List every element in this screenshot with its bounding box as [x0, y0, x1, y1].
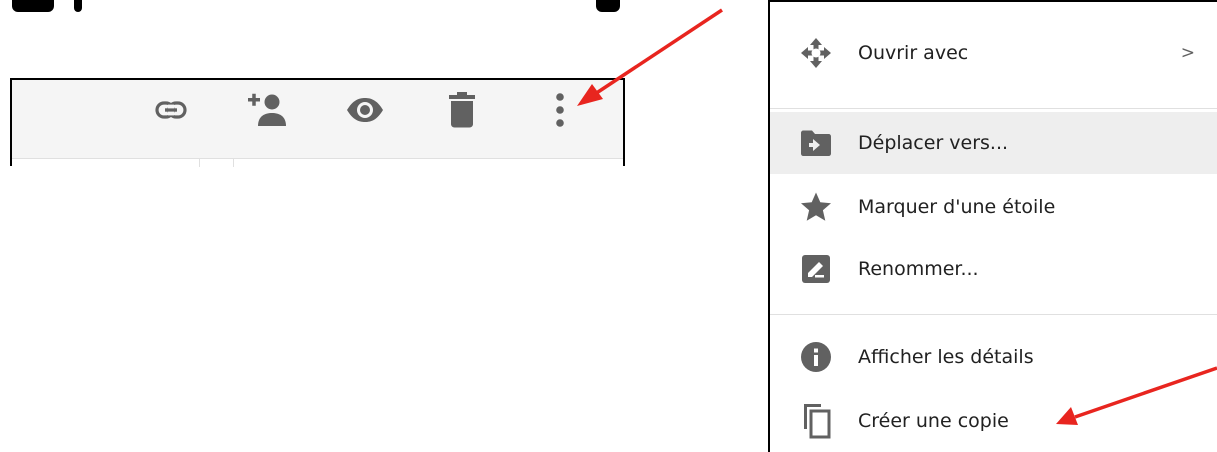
menu-divider [770, 314, 1217, 315]
menu-item-label: Marquer d'une étoile [858, 196, 1056, 218]
heading-fragment [74, 0, 82, 12]
add-person-icon[interactable] [246, 88, 290, 132]
chevron-right-icon: > [1180, 43, 1195, 63]
menu-item-label: Ouvrir avec [858, 42, 969, 64]
trash-icon[interactable] [440, 88, 484, 132]
menu-item-open-with[interactable]: Ouvrir avec > [770, 22, 1217, 84]
toolbar-divider [12, 158, 623, 167]
menu-item-details[interactable]: Afficher les détails [770, 326, 1217, 388]
link-icon[interactable] [149, 88, 193, 132]
star-icon [798, 189, 834, 225]
info-icon [798, 339, 834, 375]
folder-move-icon [798, 125, 834, 161]
move-arrows-icon [798, 35, 834, 71]
copy-icon [798, 403, 834, 439]
heading-fragment [596, 0, 620, 12]
eye-icon[interactable] [343, 88, 387, 132]
menu-item-label: Afficher les détails [858, 346, 1034, 368]
menu-divider [770, 108, 1217, 109]
menu-item-label: Renommer... [858, 258, 979, 280]
menu-item-label: Déplacer vers... [858, 132, 1009, 154]
menu-item-star[interactable]: Marquer d'une étoile [770, 176, 1217, 238]
more-vert-icon[interactable] [538, 88, 582, 132]
menu-item-move-to[interactable]: Déplacer vers... [770, 112, 1217, 174]
context-menu: Ouvrir avec > Déplacer vers... Marquer d… [768, 0, 1217, 452]
heading-fragment [12, 0, 54, 12]
edit-icon [798, 251, 834, 287]
drive-toolbar [10, 78, 625, 167]
menu-item-label: Créer une copie [858, 410, 1009, 432]
menu-item-make-copy[interactable]: Créer une copie [770, 390, 1217, 452]
menu-item-rename[interactable]: Renommer... [770, 238, 1217, 300]
